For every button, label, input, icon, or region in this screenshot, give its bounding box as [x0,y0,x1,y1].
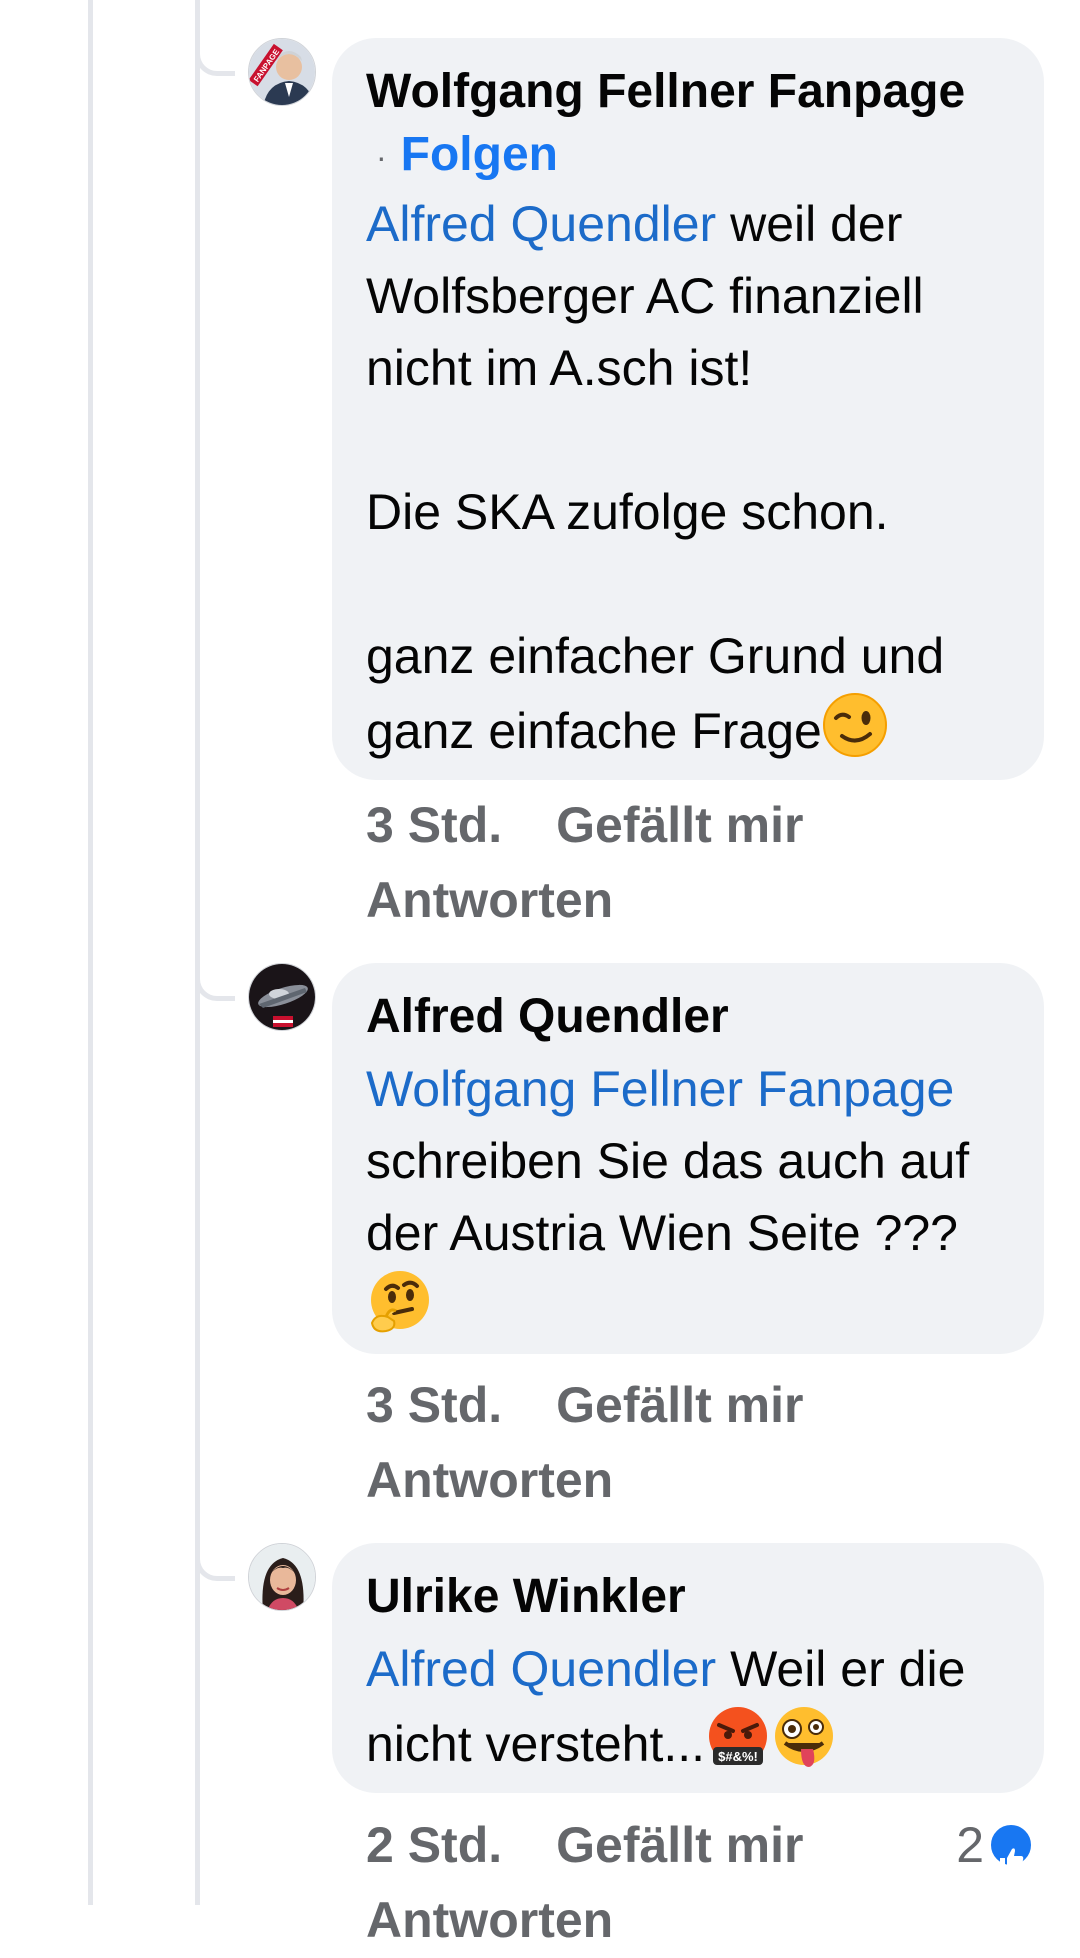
comment-timestamp[interactable]: 2 Std. [366,1817,502,1873]
avatar-alfred-quendler[interactable] [248,963,316,1031]
reply-button[interactable]: Antworten [366,1452,613,1508]
follow-row: · Folgen [366,124,1014,188]
comment-text: Alfred Quendler Weil er die nicht verste… [366,1633,1014,1790]
comment-actions: 3 Std. Gefällt mir Antworten [366,1368,1056,1518]
like-button[interactable]: Gefällt mir [556,1377,803,1433]
like-button[interactable]: Gefällt mir [556,797,803,853]
reply-connector [195,38,235,76]
comment-text-rest: schreiben Sie das auch auf der Austria W… [366,1133,970,1261]
svg-text:$#&%!: $#&%! [718,1749,758,1764]
thread-line-inner [195,0,200,1905]
mention-link[interactable]: Alfred Quendler [366,196,716,252]
comment-text-paragraph-2: Die SKA zufolge schon. [366,484,889,541]
separator-dot: · [376,139,387,176]
reply-button[interactable]: Antworten [366,1892,613,1948]
like-button[interactable]: Gefällt mir [556,1817,803,1873]
avatar-wolfgang-fellner-fanpage[interactable]: FANPAGE [248,38,316,106]
thinking-face-emoji-icon [366,1269,432,1354]
comment-text-paragraph-3: ganz einfacher Grund und ganz einfache F… [366,620,1014,777]
avatar-ulrike-winkler[interactable] [248,1543,316,1611]
comment-author[interactable]: Ulrike Winkler [366,1565,1014,1629]
comment-text: Alfred Quendler weil der Wolfsberger AC … [366,188,1014,404]
comment-timestamp[interactable]: 3 Std. [366,1377,502,1433]
reply-connector [195,1543,235,1581]
mention-link[interactable]: Wolfgang Fellner Fanpage [366,1061,954,1117]
comment-author[interactable]: Alfred Quendler [366,985,1014,1049]
reaction-count[interactable]: 2 [956,1808,984,1883]
follow-button[interactable]: Folgen [401,128,558,181]
comment-bubble: Ulrike Winkler Alfred Quendler Weil er d… [332,1543,1044,1793]
reply-button[interactable]: Antworten [366,872,613,928]
comment-author[interactable]: Wolfgang Fellner Fanpage [366,60,1014,124]
thread-line-outer [88,0,93,1905]
comment-bubble: Alfred Quendler Wolfgang Fellner Fanpage… [332,963,1044,1354]
reply-connector [195,963,235,1001]
thumbs-up-icon[interactable] [988,1822,1034,1870]
comment-bubble: Wolfgang Fellner Fanpage · Folgen Alfred … [332,38,1044,780]
winking-face-emoji-icon [822,692,888,777]
comment-actions: 2 Std. Gefällt mir Antworten 2 [366,1808,1056,1958]
mention-link[interactable]: Alfred Quendler [366,1641,716,1697]
comment-timestamp[interactable]: 3 Std. [366,797,502,853]
comment-actions: 3 Std. Gefällt mir Antworten [366,788,1056,938]
face-with-symbols-on-mouth-emoji-icon: $#&%! [705,1705,771,1790]
zany-face-emoji-icon [771,1705,837,1790]
comment-text: Wolfgang Fellner Fanpage schreiben Sie d… [366,1053,1014,1354]
